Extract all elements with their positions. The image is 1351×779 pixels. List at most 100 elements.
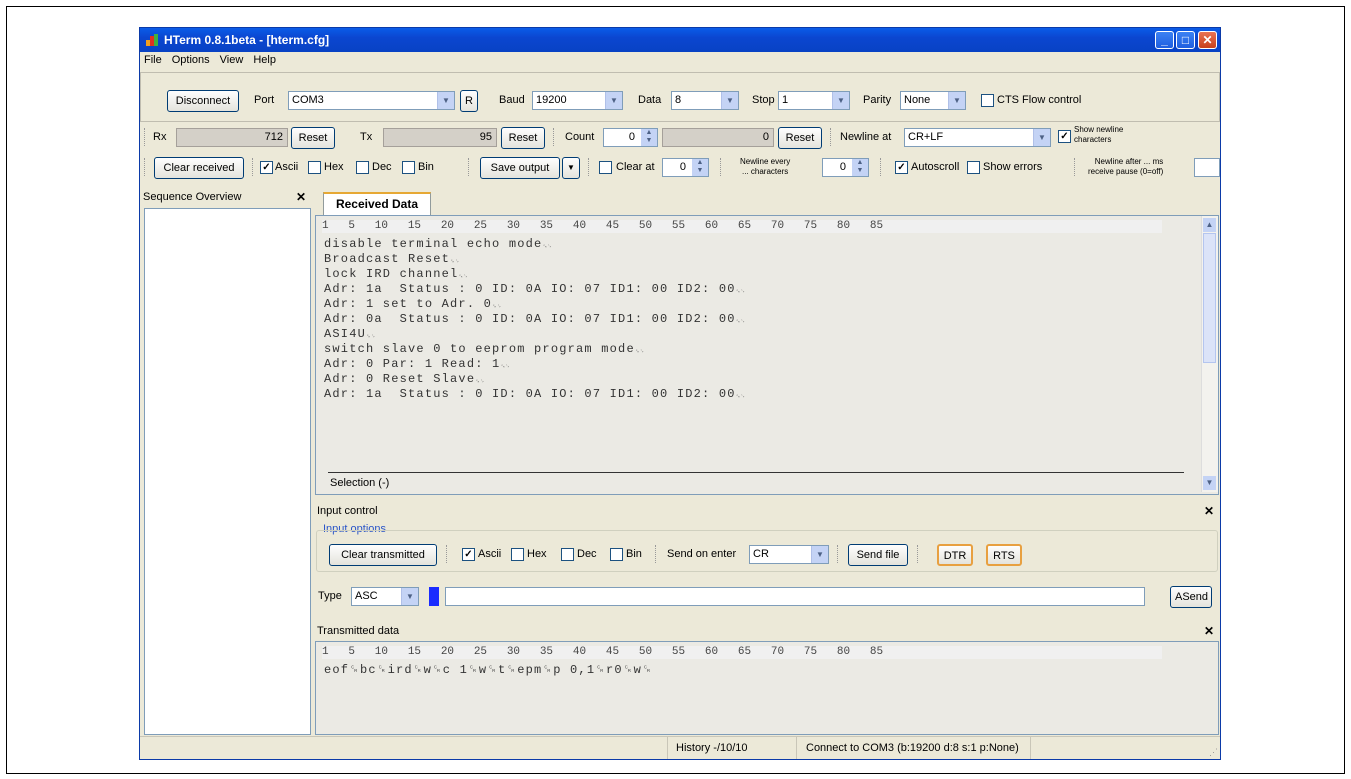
transmitted-data-area[interactable]: 1 5 10 15 20 25 30 35 40 45 50 55 60 65 …	[315, 641, 1219, 735]
clear-at-spinner[interactable]: 0 ▲ ▼	[662, 158, 709, 177]
baud-label: Baud	[499, 94, 525, 106]
minimize-button[interactable]: _	[1155, 31, 1174, 49]
tx-dec-label: Dec	[577, 548, 597, 560]
count-reset-button[interactable]: Reset	[778, 127, 822, 149]
toolbar-grip	[144, 128, 148, 146]
newline-marker-icon: ␍␊	[735, 318, 746, 325]
send-file-button[interactable]: Send file	[848, 544, 908, 566]
cts-checkbox[interactable]	[981, 94, 994, 107]
resize-grip-icon[interactable]: ⋰	[1209, 747, 1218, 758]
menu-bar: File Options View Help	[140, 52, 1220, 70]
tab-received-data[interactable]: Received Data	[323, 192, 431, 216]
newline-marker-icon: ␍␊	[500, 363, 511, 370]
menu-help[interactable]: Help	[249, 52, 282, 66]
close-button[interactable]: ✕	[1198, 31, 1217, 49]
refresh-ports-button[interactable]: R	[460, 90, 478, 112]
clear-at-checkbox[interactable]	[599, 161, 612, 174]
parity-label: Parity	[863, 94, 892, 106]
rx-hex-checkbox[interactable]	[308, 161, 321, 174]
rts-button[interactable]: RTS	[986, 544, 1022, 566]
clear-received-button[interactable]: Clear received	[154, 157, 244, 179]
rx-bin-checkbox[interactable]	[402, 161, 415, 174]
tx-count: 95	[383, 128, 497, 147]
disconnect-button[interactable]: Disconnect	[167, 90, 239, 112]
transmitted-ruler: 1 5 10 15 20 25 30 35 40 45 50 55 60 65 …	[322, 646, 1162, 659]
scroll-down-icon[interactable]: ▼	[1203, 476, 1216, 490]
newline-marker-icon: ␍␊	[492, 303, 502, 310]
newline-after-spinner[interactable]	[1194, 158, 1220, 177]
tx-dec-checkbox[interactable]	[561, 548, 574, 561]
selection-label: Selection (-)	[330, 477, 390, 489]
asend-button[interactable]: ASend	[1170, 586, 1212, 608]
newline-after-text-2: receive pause (0=off)	[1088, 167, 1164, 176]
tx-bin-checkbox[interactable]	[610, 548, 623, 561]
autoscroll-checkbox[interactable]: ✓	[895, 161, 908, 174]
received-line-text: switch slave 0 to eeprom program mode	[324, 342, 635, 356]
received-line: lock IRD channel␍␊	[324, 267, 468, 281]
spinner-arrows-icon[interactable]: ▲ ▼	[852, 159, 868, 176]
stop-bits-value: 1	[782, 94, 789, 106]
app-icon	[146, 34, 158, 46]
sequence-overview-list[interactable]	[144, 208, 311, 735]
newline-marker-icon: ␍␊	[366, 333, 376, 340]
close-icon[interactable]: ✕	[1204, 502, 1214, 520]
newline-marker-icon: ␍␊	[458, 273, 469, 280]
data-label: Data	[638, 94, 662, 106]
parity-select[interactable]: None ▼	[900, 91, 966, 110]
scroll-up-icon[interactable]: ▲	[1203, 218, 1216, 232]
toolbar-grip	[252, 158, 256, 176]
close-icon[interactable]: ✕	[1204, 622, 1214, 640]
tx-bin-label: Bin	[626, 548, 642, 560]
show-errors-checkbox[interactable]	[967, 161, 980, 174]
received-data-area[interactable]: 1 5 10 15 20 25 30 35 40 45 50 55 60 65 …	[315, 215, 1219, 495]
spinner-arrows-icon[interactable]: ▲ ▼	[641, 129, 657, 146]
receive-toolbar: Clear received ✓ Ascii Hex Dec Bin Save …	[140, 152, 1220, 182]
toolbar-grip	[655, 545, 659, 563]
received-line-text: Broadcast Reset	[324, 252, 451, 266]
newline-marker-icon: ␍␊	[634, 348, 645, 355]
rx-reset-button[interactable]: Reset	[291, 127, 335, 149]
received-scrollbar[interactable]: ▲ ▼	[1201, 216, 1218, 492]
send-input-field[interactable]	[445, 587, 1145, 606]
menu-view[interactable]: View	[216, 52, 250, 66]
stop-bits-select[interactable]: 1 ▼	[778, 91, 850, 110]
received-line-text: Adr: 0 Par: 1 Read: 1	[324, 357, 501, 371]
newline-at-select[interactable]: CR+LF ▼	[904, 128, 1051, 147]
toolbar-grip	[830, 128, 834, 146]
toolbar-grip	[720, 158, 724, 176]
status-divider	[667, 737, 668, 759]
received-line: switch slave 0 to eeprom program mode␍␊	[324, 342, 644, 356]
scroll-thumb[interactable]	[1203, 233, 1216, 363]
maximize-button[interactable]: □	[1176, 31, 1195, 49]
newline-every-spinner[interactable]: 0 ▲ ▼	[822, 158, 869, 177]
received-line: Adr: 0a Status : 0 ID: 0A IO: 07 ID1: 00…	[324, 312, 745, 326]
received-line-text: disable terminal echo mode	[324, 237, 543, 251]
dtr-button[interactable]: DTR	[937, 544, 973, 566]
rx-hex-label: Hex	[324, 161, 344, 173]
menu-file[interactable]: File	[140, 52, 168, 66]
menu-options[interactable]: Options	[168, 52, 216, 66]
send-on-enter-value: CR	[753, 548, 769, 560]
received-line-text: Adr: 1a Status : 0 ID: 0A IO: 07 ID1: 00…	[324, 387, 736, 401]
spinner-arrows-icon[interactable]: ▲ ▼	[692, 159, 708, 176]
close-icon[interactable]: ✕	[296, 188, 306, 206]
count-spinner[interactable]: 0 ▲ ▼	[603, 128, 658, 147]
save-output-button[interactable]: Save output	[480, 157, 560, 179]
rx-dec-checkbox[interactable]	[356, 161, 369, 174]
transmitted-data-header: Transmitted data ✕	[314, 622, 1218, 640]
send-on-enter-select[interactable]: CR ▼	[749, 545, 829, 564]
clear-transmitted-button[interactable]: Clear transmitted	[329, 544, 437, 566]
save-output-dropdown[interactable]: ▼	[562, 157, 580, 179]
tx-reset-button[interactable]: Reset	[501, 127, 545, 149]
baud-select[interactable]: 19200 ▼	[532, 91, 623, 110]
data-bits-select[interactable]: 8 ▼	[671, 91, 739, 110]
tx-ascii-checkbox[interactable]: ✓	[462, 548, 475, 561]
type-select[interactable]: ASC ▼	[351, 587, 419, 606]
rx-ascii-checkbox[interactable]: ✓	[260, 161, 273, 174]
title-bar[interactable]: HTerm 0.8.1beta - [hterm.cfg] _ □ ✕	[140, 28, 1220, 52]
show-newline-checkbox[interactable]: ✓	[1058, 130, 1071, 143]
tx-hex-checkbox[interactable]	[511, 548, 524, 561]
show-errors-label: Show errors	[983, 161, 1043, 173]
port-select[interactable]: COM3 ▼	[288, 91, 455, 110]
newline-every-text-2: ... characters	[742, 167, 789, 176]
